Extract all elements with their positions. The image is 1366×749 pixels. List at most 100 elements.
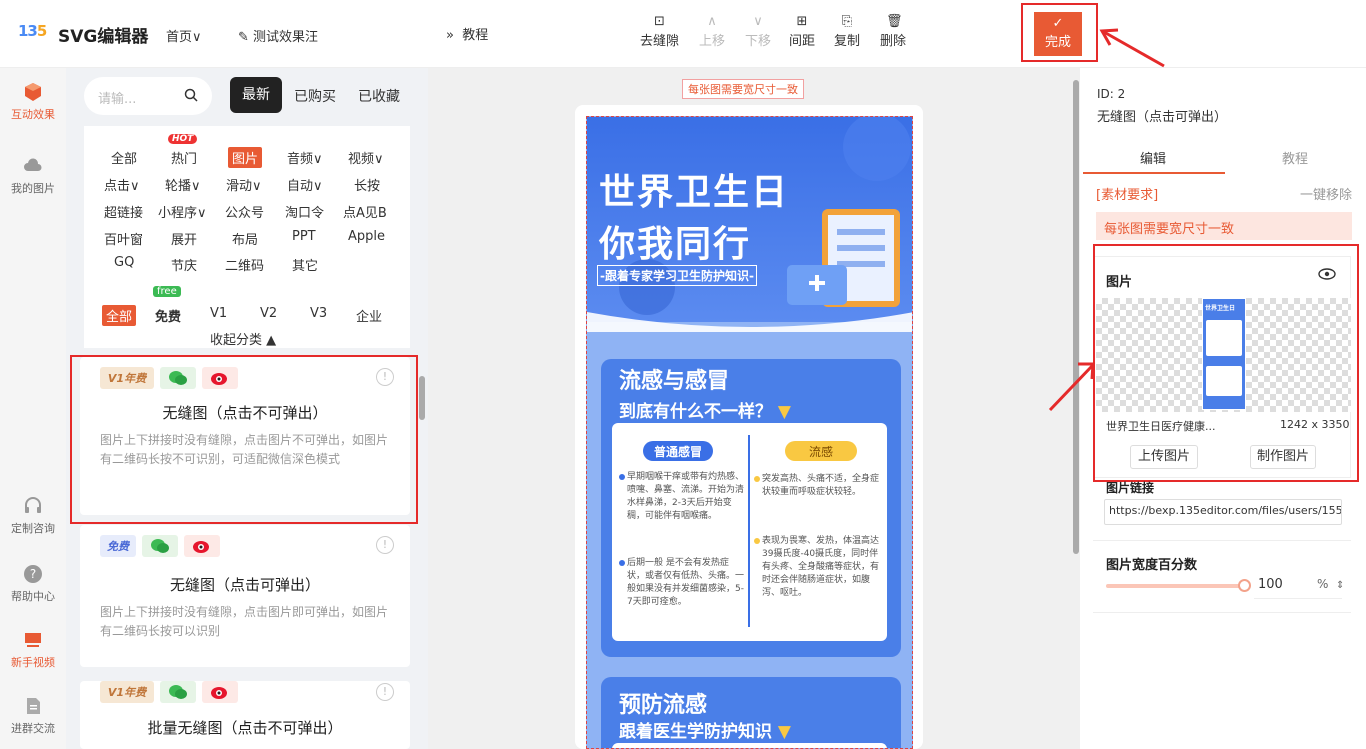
spacing-button[interactable]: ⊞ 间距 [789,14,815,49]
info-icon[interactable]: ! [376,536,394,554]
section2-title: 预防流感 [619,693,708,718]
chevron-down-icon: ∨ [192,30,202,45]
category-item[interactable]: 音频∨ [287,148,323,167]
highlight-box [1093,244,1359,482]
weibo-icon [184,535,220,557]
category-item[interactable]: 布局 [232,229,258,248]
free-badge: free [153,286,181,297]
nav-join-group[interactable]: 进群交流 [0,696,66,736]
active-tab-indicator [1083,172,1225,174]
category-item[interactable]: PPT [292,229,316,244]
category-item[interactable]: GQ [114,255,134,270]
element-id: ID: 2 [1097,87,1126,101]
copy-icon: ⎘ [841,14,853,29]
category-item[interactable]: Apple [348,229,385,244]
template-card[interactable]: 免费 ! 无缝图（点击可弹出） 图片上下拼接时没有缝隙，点击图片即可弹出，如图片… [80,525,410,667]
nav-interactive-effects[interactable]: 互动效果 [0,82,66,122]
nav-custom-consult[interactable]: 定制咨询 [0,496,66,536]
tab-edit[interactable]: 编辑 [1140,148,1166,167]
annotation-arrow-icon [1099,28,1165,68]
category-item[interactable]: 展开 [171,229,197,248]
tier-item[interactable]: V2 [260,306,277,321]
category-item[interactable]: 点A见B [343,202,387,221]
app-logo: 135 [18,22,47,40]
cloud-icon [24,158,42,171]
tier-item[interactable]: 企业 [356,306,382,325]
nav-tutorial-videos[interactable]: 新手视频 [0,630,66,670]
size-warning-label: 每张图需要宽尺寸一致 [682,79,804,99]
pencil-icon: ✎ [238,30,249,45]
test-effect-button[interactable]: ✎ 测试效果汪 [238,26,318,45]
remove-gap-button[interactable]: ⊡ 去缝隙 [640,14,679,49]
tier-item-selected[interactable]: 全部 [102,305,137,326]
template-card[interactable]: V1年费 ! 批量无缝图（点击不可弹出） [80,681,410,749]
width-slider-handle[interactable] [1238,579,1251,592]
tab-bought[interactable]: 已购买 [294,86,336,106]
left-scrollbar[interactable] [419,376,425,420]
category-item[interactable]: 长按 [354,175,380,194]
nav-help-center[interactable]: ? 帮助中心 [0,564,66,604]
left-nav: 互动效果 我的图片 定制咨询 ? 帮助中心 新手视频 进群交流 [0,68,66,749]
info-icon[interactable]: ! [376,683,394,701]
category-panel: 全部 热门 HOT 图片 音频∨ 视频∨ 点击∨ 轮播∨ 滑动∨ 自动∨ 长按 … [84,126,410,348]
divider [1093,612,1351,613]
move-down-button[interactable]: ∨ 下移 [745,14,771,49]
poster-image[interactable]: 世界卫生日 你我同行 -跟着专家学习卫生防护知识- 流感与感冒 到底有什么不一样… [586,116,913,749]
category-item[interactable]: 视频∨ [348,148,384,167]
category-item[interactable]: 自动∨ [287,175,323,194]
tab-tutorial[interactable]: 教程 [1282,148,1308,167]
remove-all-button[interactable]: 一键移除 [1300,184,1352,203]
flu-text-1: 突发高热、头痛不适，全身症状较重而呼吸症状较轻。 [762,474,880,497]
category-item[interactable]: 热门 [171,148,197,167]
category-item[interactable]: 超链接 [104,202,143,221]
cube-icon [25,83,41,101]
question-icon: ? [24,565,42,583]
search-input[interactable]: 请输... [84,77,212,115]
cold-text-1: 早期咽喉干痒或带有灼热感、喷嚏、鼻塞、流涕。开始为清水样鼻涕，2-3天后开始变稠… [627,472,745,521]
category-item[interactable]: 轮播∨ [165,175,201,194]
svg-text:?: ? [30,567,36,581]
category-item[interactable]: 百叶窗 [104,229,143,248]
poster-subtitle: -跟着专家学习卫生防护知识- [597,265,757,286]
nav-my-images[interactable]: 我的图片 [0,156,66,196]
canvas-scrollbar[interactable] [1073,80,1079,554]
width-percent-label: 图片宽度百分数 [1106,558,1198,573]
card-description: 图片上下拼接时没有缝隙，点击图片即可弹出，如图片有二维码长按可以识别 [100,605,389,638]
divider [1093,540,1351,541]
gap-icon: ⊡ [654,14,665,29]
category-item[interactable]: 二维码 [225,255,264,274]
home-menu[interactable]: 首页∨ [166,26,202,45]
copy-button[interactable]: ⎘ 复制 [834,14,860,49]
tier-item[interactable]: V3 [310,306,327,321]
image-link-input[interactable]: https://bexp.135editor.com/files/users/1… [1104,499,1342,525]
flu-text-2: 表现为畏寒、发热，体温高达39摄氏度-40摄氏度，同时伴有头疼、全身酸痛等症状，… [762,536,880,598]
size-warning-bar: 每张图需要宽尺寸一致 [1096,212,1352,240]
delete-button[interactable]: 🗑 删除 [880,14,906,49]
category-item[interactable]: 滑动∨ [226,175,262,194]
category-item[interactable]: 公众号 [225,202,264,221]
highlight-box [1021,3,1098,62]
tutorial-toggle[interactable]: » 教程 [446,24,488,43]
tier-item[interactable]: V1 [210,306,227,321]
collapse-categories[interactable]: 收起分类 ▲ [210,329,276,348]
tier-item[interactable]: 免费 [155,306,181,325]
category-item[interactable]: 其它 [292,255,318,274]
category-item[interactable]: 节庆 [171,255,197,274]
wechat-icon [142,535,178,557]
tab-newest[interactable]: 最新 [230,77,282,113]
width-slider[interactable] [1106,584,1244,588]
free-tier-badge: 免费 [100,535,136,557]
category-item[interactable]: 淘口令 [285,202,324,221]
move-up-button[interactable]: ∧ 上移 [699,14,725,49]
search-icon[interactable] [184,88,198,102]
tab-favorites[interactable]: 已收藏 [358,86,400,106]
column-flu: 流感 [808,445,833,459]
category-item[interactable]: 小程序∨ [158,202,207,221]
section1-title: 流感与感冒 [619,369,730,394]
category-item[interactable]: 全部 [111,148,137,167]
category-item-selected[interactable]: 图片 [228,147,263,168]
category-item[interactable]: 点击∨ [104,175,140,194]
app-name: SVG编辑器 [58,27,149,47]
card-title: 批量无缝图（点击不可弹出） [147,719,343,737]
material-requirements-link[interactable]: [素材要求] [1096,184,1158,203]
